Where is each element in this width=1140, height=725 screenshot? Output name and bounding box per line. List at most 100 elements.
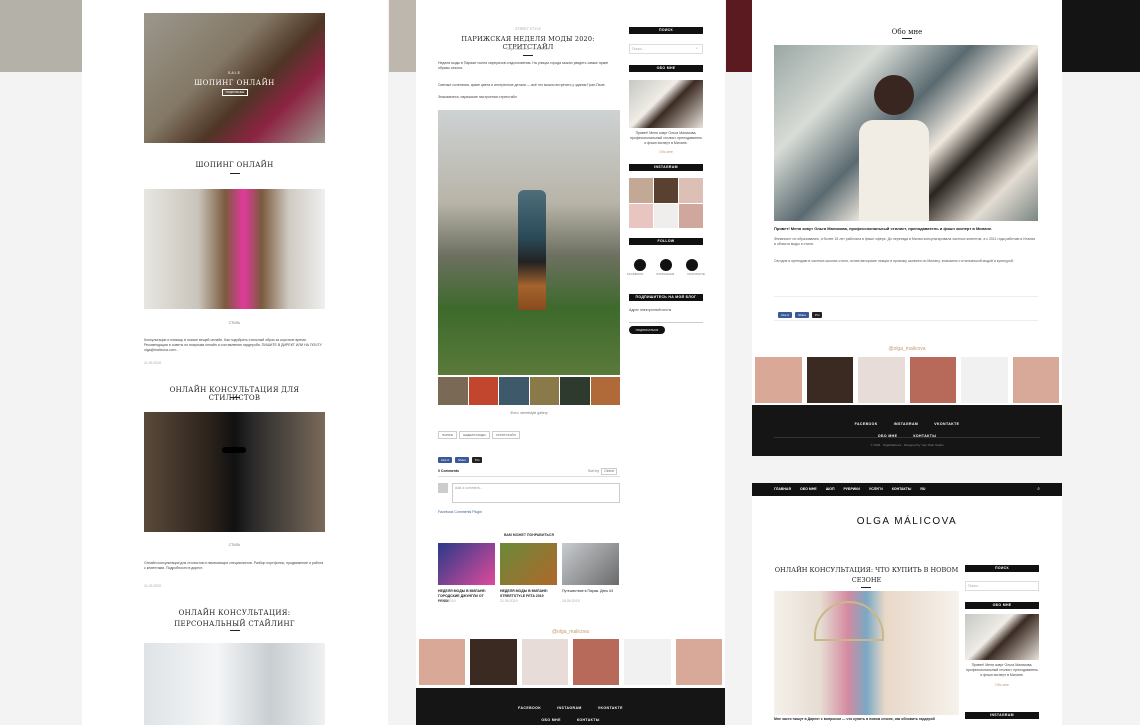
- instagram-thumb[interactable]: [629, 203, 653, 228]
- pin-button[interactable]: Pin: [472, 457, 483, 463]
- nav-item-contacts[interactable]: КОНТАКТЫ: [892, 483, 912, 496]
- comment-input[interactable]: Add a comment...: [452, 483, 620, 503]
- instagram-thumb[interactable]: [909, 357, 956, 403]
- post-main-photo[interactable]: [438, 110, 620, 375]
- instagram-thumb[interactable]: [654, 203, 678, 228]
- related-image[interactable]: [500, 543, 557, 585]
- about-link[interactable]: Обо мне: [629, 150, 703, 155]
- search-icon[interactable]: ⌕: [696, 46, 698, 51]
- social-label[interactable]: VKONTAKTE: [687, 272, 705, 277]
- facebook-icon[interactable]: [634, 259, 646, 271]
- arch-shape: [814, 601, 884, 641]
- facebook-share-button[interactable]: Share: [795, 312, 810, 318]
- subscribe-button[interactable]: ПОДПИСАТЬСЯ: [629, 326, 665, 334]
- post-date: 11.09.2020: [144, 361, 162, 365]
- instagram-thumb[interactable]: [806, 357, 853, 403]
- blog-list-panel: SALE ШОПИНГ ОНЛАЙН ПОДРОБНЕЕ ШОПИНГ ОНЛА…: [82, 0, 388, 725]
- vkontakte-icon[interactable]: [686, 259, 698, 271]
- nav-item-categories[interactable]: РУБРИКИ: [843, 483, 859, 496]
- instagram-thumb[interactable]: [858, 357, 905, 403]
- post-excerpt: Онлайн консультация для стилистов и начи…: [144, 561, 324, 570]
- hero-more-button[interactable]: ПОДРОБНЕЕ: [222, 89, 248, 96]
- nav-item-services[interactable]: УСЛУГИ: [869, 483, 883, 496]
- instagram-icon[interactable]: [660, 259, 672, 271]
- thumbnail[interactable]: [529, 377, 559, 405]
- nav-item-home[interactable]: ГЛАВНАЯ: [774, 483, 791, 496]
- about-link[interactable]: Обо мне: [965, 683, 1039, 688]
- thumbnail[interactable]: [560, 377, 590, 405]
- instagram-handle[interactable]: @olga_malicova: [752, 347, 1062, 352]
- tag[interactable]: НЕДЕЛЯ МОДЫ: [459, 431, 490, 439]
- instagram-thumb[interactable]: [755, 357, 802, 403]
- home-page-panel: ГЛАВНАЯ ОБО МНЕ ШОП РУБРИКИ УСЛУГИ КОНТА…: [752, 483, 1062, 725]
- instagram-thumb[interactable]: [624, 639, 671, 685]
- post-image-shopping[interactable]: [144, 189, 325, 309]
- instagram-thumb[interactable]: [961, 357, 1008, 403]
- pin-button[interactable]: Pin: [812, 312, 823, 318]
- nav-item-language[interactable]: RU: [920, 483, 925, 496]
- facebook-like-button[interactable]: Like 0: [438, 457, 453, 463]
- post-title[interactable]: ОНЛАЙН КОНСУЛЬТАЦИЯ ДЛЯ СТИЛИСТОВ: [144, 386, 325, 402]
- nav-item-shop[interactable]: ШОП: [826, 483, 835, 496]
- site-logo[interactable]: OLGA MÁLICOVA: [752, 516, 1062, 527]
- post-paragraph: Знакомьтесь: парижские настроения стритс…: [438, 95, 517, 99]
- post-category[interactable]: СТИЛЬ: [144, 321, 325, 326]
- related-title[interactable]: НЕДЕЛЯ МОДЫ В МИЛАНЕ: STREETSTYLE FETA 2…: [500, 589, 557, 599]
- instagram-thumb[interactable]: [419, 639, 466, 685]
- thumbnail[interactable]: [590, 377, 620, 405]
- post-category[interactable]: СТИЛЬ: [144, 543, 325, 548]
- instagram-thumb[interactable]: [679, 203, 703, 228]
- nav-item-about[interactable]: ОБО МНЕ: [800, 483, 817, 496]
- about-photo: [629, 80, 703, 128]
- post-image-stylists[interactable]: [144, 412, 325, 532]
- footer-link-about[interactable]: ОБО МНЕ: [541, 718, 561, 722]
- thumbnail[interactable]: [499, 377, 529, 405]
- instagram-handle[interactable]: @olga_malicova: [416, 630, 725, 635]
- post-title[interactable]: ОНЛАЙН КОНСУЛЬТАЦИЯ: ЧТО КУПИТЬ В НОВОМ …: [774, 565, 959, 585]
- title-divider: [523, 55, 533, 56]
- instagram-thumb[interactable]: [1012, 357, 1059, 403]
- facebook-like-button[interactable]: Like 0: [778, 312, 793, 318]
- about-text: Привет! Меня зовут Ольга Маликова, профе…: [630, 131, 702, 145]
- instagram-thumb[interactable]: [679, 178, 703, 203]
- avatar: [438, 483, 448, 493]
- social-label[interactable]: FACEBOOK: [627, 272, 644, 277]
- post-category[interactable]: STREET STYLE: [438, 27, 618, 32]
- instagram-thumb[interactable]: [654, 178, 678, 203]
- related-image[interactable]: [562, 543, 619, 585]
- post-title[interactable]: ШОПИНГ ОНЛАЙН: [144, 161, 325, 169]
- post-image-personal-styling[interactable]: [144, 643, 325, 725]
- divider: [774, 296, 1038, 297]
- post-title[interactable]: ОНЛАЙН КОНСУЛЬТАЦИЯ: ПЕРСОНАЛЬНЫЙ СТАЙЛИ…: [157, 608, 312, 630]
- facebook-share-button[interactable]: Share: [455, 457, 470, 463]
- related-image[interactable]: [438, 543, 495, 585]
- portrait-shape: [874, 75, 914, 115]
- thumbnail[interactable]: [468, 377, 498, 405]
- tag[interactable]: ПАРИЖ: [438, 431, 458, 439]
- tag[interactable]: СТРИТСТАЙЛ: [491, 431, 520, 439]
- instagram-thumb[interactable]: [629, 178, 653, 203]
- footer-divider: [774, 437, 1040, 438]
- instagram-thumb[interactable]: [675, 639, 722, 685]
- related-title[interactable]: Путешествие в Париж. День #3: [562, 589, 619, 594]
- instagram-thumb[interactable]: [572, 639, 620, 685]
- hero-title: ШОПИНГ ОНЛАЙН: [194, 79, 275, 87]
- search-input[interactable]: Поиск...: [965, 581, 1039, 591]
- hero-image: SALE ШОПИНГ ОНЛАЙН ПОДРОБНЕЕ: [144, 13, 325, 143]
- search-input[interactable]: Поиск...: [629, 44, 703, 54]
- post-excerpt: Мне часто пишут в Директ с вопросом — чт…: [774, 717, 935, 721]
- social-label[interactable]: INSTAGRAM: [656, 272, 674, 277]
- instagram-thumb[interactable]: [521, 639, 568, 685]
- facebook-plugin-link[interactable]: Facebook Comments Plugin: [438, 510, 482, 515]
- sort-select[interactable]: Oldest: [601, 468, 618, 475]
- post-image-new-season[interactable]: [774, 591, 959, 715]
- search-icon[interactable]: ⌕: [1037, 483, 1040, 496]
- email-input[interactable]: [629, 315, 703, 323]
- divider: [774, 320, 1038, 321]
- instagram-thumb[interactable]: [470, 639, 517, 685]
- thumbnail[interactable]: [438, 377, 468, 405]
- email-label: Адрес электронной почты: [629, 308, 672, 312]
- footer-link-contacts[interactable]: КОНТАКТЫ: [577, 718, 600, 722]
- nav-menu: ГЛАВНАЯ ОБО МНЕ ШОП РУБРИКИ УСЛУГИ КОНТА…: [774, 483, 925, 496]
- divider: [438, 476, 620, 477]
